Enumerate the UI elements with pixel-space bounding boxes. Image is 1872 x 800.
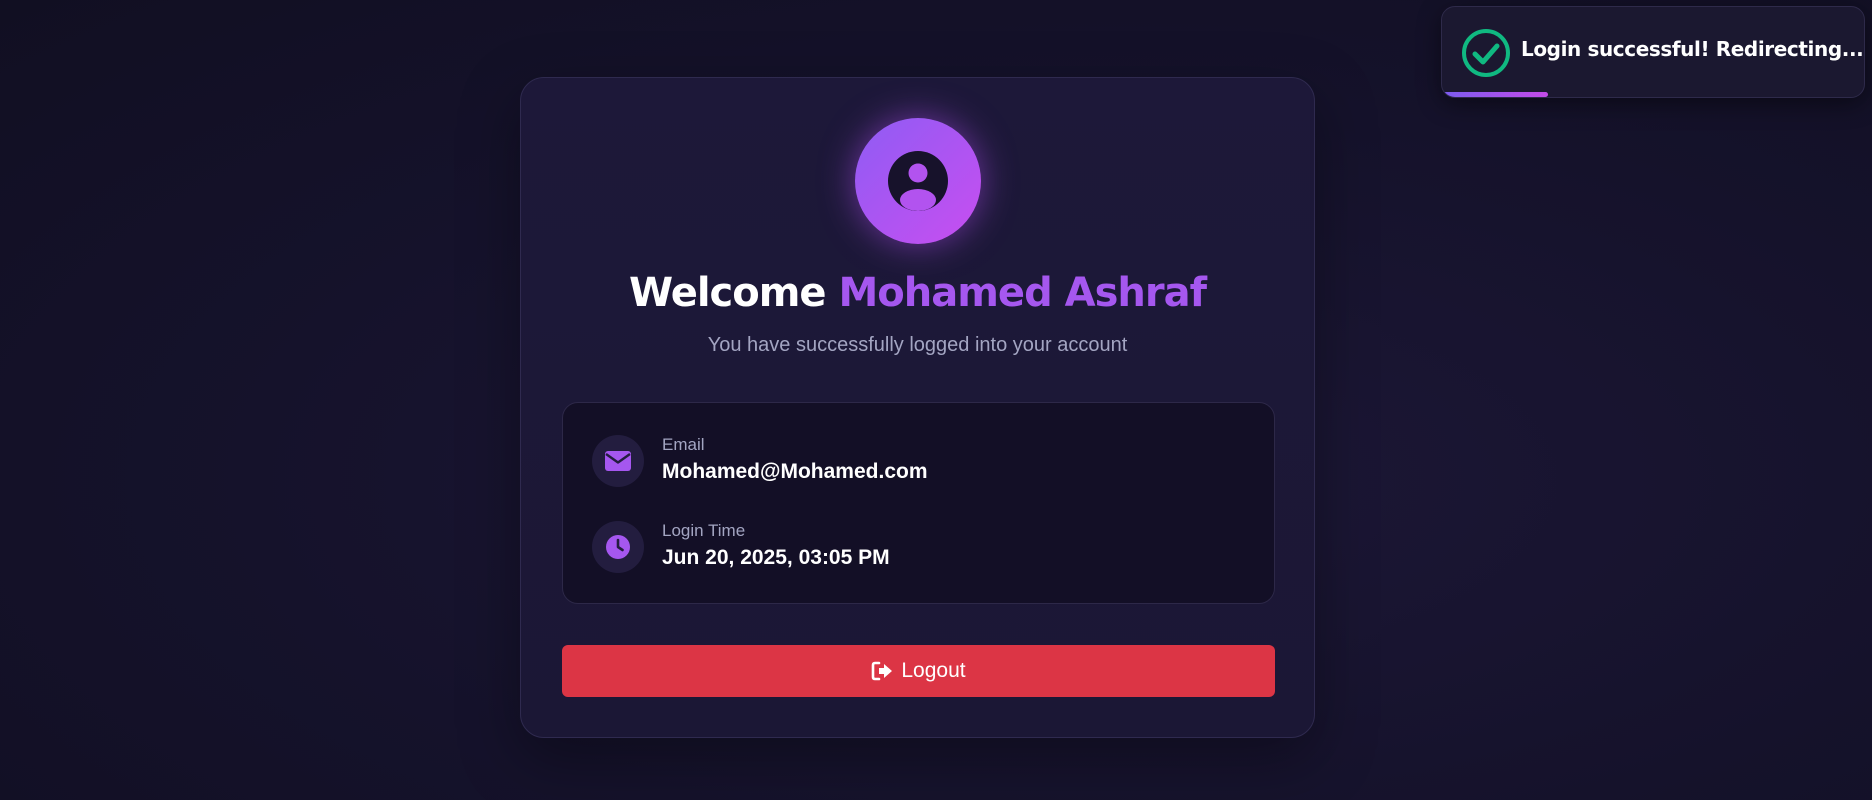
login-time-value: Jun 20, 2025, 03:05 PM bbox=[662, 546, 890, 569]
welcome-subtitle: You have successfully logged into your a… bbox=[707, 334, 1128, 356]
welcome-heading: Welcome Mohamed Ashraf bbox=[521, 270, 1314, 316]
email-label: Email bbox=[662, 435, 705, 454]
toast-progress-fill bbox=[1442, 92, 1548, 97]
user-name: Mohamed Ashraf bbox=[838, 270, 1207, 316]
login-time-label: Login Time bbox=[662, 521, 746, 540]
check-circle-icon bbox=[1462, 29, 1510, 77]
toast-message: Login successful! Redirecting... bbox=[1521, 37, 1864, 61]
login-time-row: Login Time Jun 20, 2025, 03:05 PM bbox=[592, 521, 1192, 573]
welcome-word: Welcome bbox=[629, 270, 827, 316]
sign-out-icon bbox=[872, 661, 893, 681]
email-value: Mohamed@Mohamed.com bbox=[662, 460, 928, 483]
user-circle-icon bbox=[888, 151, 948, 211]
welcome-card: Welcome Mohamed Ashraf You have successf… bbox=[520, 77, 1315, 738]
toast-notification[interactable]: Login successful! Redirecting... bbox=[1441, 6, 1865, 98]
account-info-panel: Email Mohamed@Mohamed.com Login Time Jun… bbox=[562, 402, 1275, 604]
clock-icon bbox=[592, 521, 644, 573]
logout-label: Logout bbox=[901, 659, 966, 682]
avatar bbox=[855, 118, 981, 244]
toast-progress-bar bbox=[1442, 92, 1864, 97]
email-row: Email Mohamed@Mohamed.com bbox=[592, 435, 1192, 487]
envelope-icon bbox=[592, 435, 644, 487]
logout-button[interactable]: Logout bbox=[562, 645, 1275, 697]
